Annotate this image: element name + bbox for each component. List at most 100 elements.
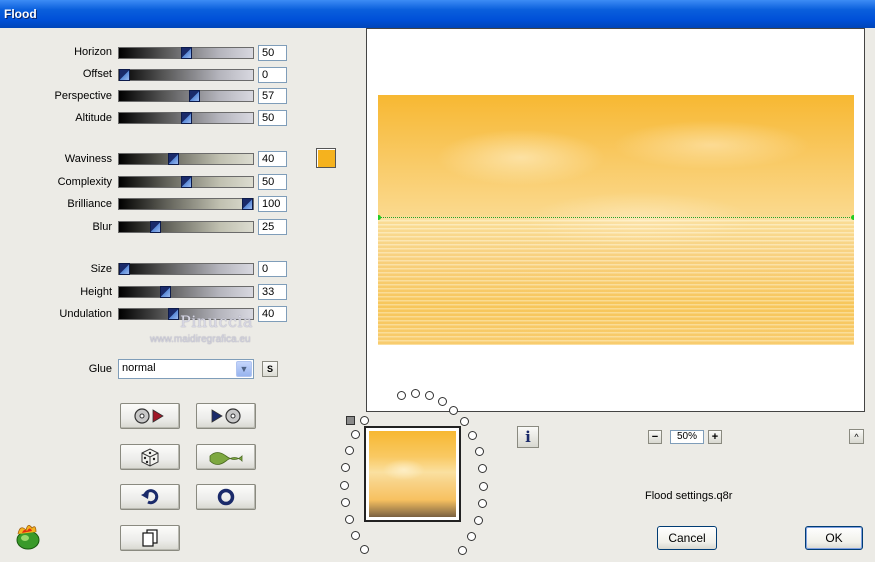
slider-thumb[interactable] (181, 112, 192, 124)
info-button[interactable]: i (517, 426, 539, 448)
navigator-ring-dot[interactable] (474, 446, 484, 456)
reset-icon (217, 488, 235, 506)
water-ripples (378, 220, 854, 345)
title-bar: Flood (0, 0, 875, 28)
offset-value[interactable]: 0 (258, 67, 287, 83)
slider-thumb[interactable] (160, 286, 171, 298)
copy-button[interactable] (120, 525, 180, 551)
complexity-slider[interactable] (118, 176, 254, 188)
zoom-in-button[interactable]: + (708, 430, 722, 444)
navigator-ring-dot[interactable] (467, 531, 477, 541)
horizon-slider[interactable] (118, 47, 254, 59)
undulation-value[interactable]: 40 (258, 306, 287, 322)
glue-label: Glue (88, 363, 112, 375)
waviness-label: Waviness (64, 153, 112, 165)
water-color-swatch[interactable] (316, 148, 336, 168)
perspective-slider[interactable] (118, 90, 254, 102)
waviness-value[interactable]: 40 (258, 151, 287, 167)
zoom-out-button[interactable]: − (648, 430, 662, 444)
save-preset-icon (211, 408, 241, 424)
size-value[interactable]: 0 (258, 261, 287, 277)
load-preset-button[interactable] (120, 403, 180, 429)
altitude-slider[interactable] (118, 112, 254, 124)
blur-value[interactable]: 25 (258, 219, 287, 235)
size-label: Size (90, 263, 112, 275)
navigator-thumbnail[interactable] (364, 426, 461, 522)
horizon-value[interactable]: 50 (258, 45, 287, 61)
undo-button[interactable] (120, 484, 180, 510)
window-title: Flood (4, 7, 37, 21)
complexity-label: Complexity (57, 176, 112, 188)
navigator-ring-dot[interactable] (351, 430, 361, 440)
navigator-ring-dot[interactable] (458, 545, 468, 555)
slider-thumb[interactable] (181, 176, 192, 188)
navigator-ring-dot[interactable] (359, 416, 369, 426)
slider-thumb[interactable] (119, 69, 130, 81)
perspective-value[interactable]: 57 (258, 88, 287, 104)
size-slider[interactable] (118, 263, 254, 275)
slider-thumb[interactable] (189, 90, 200, 102)
blur-label: Blur (92, 221, 112, 233)
wave-icon (209, 452, 243, 465)
navigator-ring-dot[interactable] (449, 405, 459, 415)
height-slider[interactable] (118, 286, 254, 298)
load-preset-icon (134, 408, 164, 424)
watermark-url: www.maidiregrafica.eu (150, 334, 251, 345)
navigator-ring-dot[interactable] (340, 498, 350, 508)
horizon-handle-right[interactable] (851, 215, 854, 220)
navigator-ring-dot[interactable] (344, 445, 354, 455)
horizon-label: Horizon (74, 46, 112, 58)
navigator-ring-dot[interactable] (468, 431, 478, 441)
chevron-down-icon[interactable]: ▼ (236, 361, 252, 377)
brilliance-label: Brilliance (67, 198, 112, 210)
navigator-ring-dot[interactable] (478, 464, 488, 474)
navigator-ring-dot[interactable] (479, 481, 489, 491)
slider-thumb[interactable] (168, 153, 179, 165)
save-preset-button[interactable] (196, 403, 256, 429)
navigator-ring-dot[interactable] (459, 417, 469, 427)
copy-icon (142, 529, 158, 547)
navigator-ring-dot[interactable] (437, 396, 447, 406)
navigator-ring-dot[interactable] (340, 462, 350, 472)
perspective-label: Perspective (54, 90, 112, 102)
navigator-ring-dot[interactable] (359, 544, 369, 554)
blur-slider[interactable] (118, 221, 254, 233)
status-text: Flood settings.q8r (645, 490, 733, 502)
flaming-pear-logo-icon (12, 522, 42, 550)
navigator-ring-dot[interactable] (473, 516, 483, 526)
navigator-ring-dot[interactable] (344, 515, 354, 525)
slider-thumb[interactable] (242, 198, 253, 210)
slider-thumb[interactable] (119, 263, 130, 275)
navigator-handle[interactable] (346, 416, 355, 425)
undo-icon (141, 489, 159, 505)
altitude-value[interactable]: 50 (258, 110, 287, 126)
slider-thumb[interactable] (150, 221, 161, 233)
navigator-ring-dot[interactable] (351, 530, 361, 540)
ok-button[interactable]: OK (805, 526, 863, 550)
brilliance-value[interactable]: 100 (258, 196, 287, 212)
horizon-guide-line[interactable] (378, 217, 854, 218)
glue-select[interactable]: normal ▼ (118, 359, 254, 379)
randomize-button[interactable] (120, 444, 180, 470)
wave-button[interactable] (196, 444, 256, 470)
flood-preview-image[interactable] (378, 95, 854, 345)
slider-thumb[interactable] (168, 308, 179, 320)
watermark-name: Pinuccia (180, 312, 254, 331)
navigator-ring-dot[interactable] (477, 499, 487, 509)
glue-selected-value: normal (122, 362, 156, 374)
preview-panel[interactable] (366, 28, 865, 412)
glue-s-button[interactable]: S (262, 361, 278, 377)
height-value[interactable]: 33 (258, 284, 287, 300)
navigator-ring-dot[interactable] (339, 480, 349, 490)
dialog-body: Horizon 50 Offset 0 Perspective 57 Altit… (0, 28, 875, 562)
reset-button[interactable] (196, 484, 256, 510)
undulation-label: Undulation (59, 308, 112, 320)
waviness-slider[interactable] (118, 153, 254, 165)
cancel-button[interactable]: Cancel (657, 526, 717, 550)
slider-thumb[interactable] (181, 47, 192, 59)
offset-slider[interactable] (118, 69, 254, 81)
complexity-value[interactable]: 50 (258, 174, 287, 190)
expand-caret-button[interactable]: ^ (849, 429, 864, 444)
dice-random-icon (141, 448, 159, 467)
brilliance-slider[interactable] (118, 198, 254, 210)
